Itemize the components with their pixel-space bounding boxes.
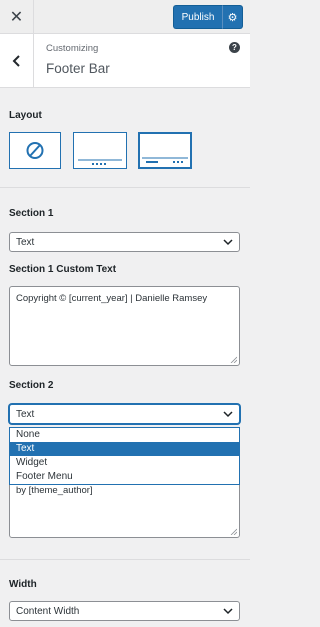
dropdown-option-widget[interactable]: Widget bbox=[10, 456, 239, 470]
chevron-down-icon bbox=[223, 608, 233, 615]
divider bbox=[0, 187, 250, 188]
dropdown-option-none[interactable]: None bbox=[10, 428, 239, 442]
section2-custom-text-value: by [theme_author] bbox=[16, 485, 93, 496]
page-title: Footer Bar bbox=[46, 61, 110, 76]
section1-custom-text-value: Copyright © [current_year] | Danielle Ra… bbox=[16, 293, 208, 304]
publish-button[interactable]: Publish bbox=[173, 5, 223, 29]
chevron-down-icon bbox=[223, 239, 233, 246]
section2-select-value: Text bbox=[16, 408, 35, 420]
layout-label: Layout bbox=[9, 110, 42, 121]
section1-select-value: Text bbox=[16, 236, 35, 248]
divider bbox=[0, 559, 250, 560]
width-label: Width bbox=[9, 579, 37, 590]
chevron-down-icon bbox=[223, 411, 233, 418]
layout-option-centered[interactable] bbox=[73, 132, 127, 169]
layout-option-split[interactable] bbox=[138, 132, 192, 169]
section2-dropdown-list: None Text Widget Footer Menu bbox=[9, 427, 240, 485]
section2-label: Section 2 bbox=[9, 380, 54, 391]
dropdown-option-text[interactable]: Text bbox=[10, 442, 239, 456]
close-icon[interactable]: ✕ bbox=[0, 0, 34, 34]
chevron-left-icon[interactable] bbox=[0, 34, 34, 87]
customizer-topbar: ✕ Publish ⚙ bbox=[0, 0, 250, 34]
breadcrumb: Customizing bbox=[46, 43, 99, 54]
dropdown-option-footer-menu[interactable]: Footer Menu bbox=[10, 470, 239, 484]
section2-select[interactable]: Text bbox=[9, 404, 240, 424]
help-icon[interactable]: ? bbox=[229, 42, 240, 53]
panel-header: Customizing Footer Bar ? bbox=[0, 34, 250, 88]
publish-button-group: Publish ⚙ bbox=[173, 5, 243, 29]
width-select-value: Content Width bbox=[16, 605, 80, 617]
gear-icon[interactable]: ⚙ bbox=[223, 5, 243, 29]
split-footer-layout-icon bbox=[142, 157, 188, 163]
section1-label: Section 1 bbox=[9, 208, 54, 219]
width-select[interactable]: Content Width bbox=[9, 601, 240, 621]
resize-grip-icon[interactable] bbox=[230, 356, 237, 363]
section1-custom-text-label: Section 1 Custom Text bbox=[9, 264, 117, 275]
none-layout-icon bbox=[26, 142, 44, 159]
resize-grip-icon[interactable] bbox=[230, 528, 237, 535]
layout-option-none[interactable] bbox=[9, 132, 61, 169]
centered-footer-layout-icon bbox=[78, 159, 122, 165]
section1-custom-text-field[interactable]: Copyright © [current_year] | Danielle Ra… bbox=[9, 286, 240, 366]
section1-select[interactable]: Text bbox=[9, 232, 240, 252]
